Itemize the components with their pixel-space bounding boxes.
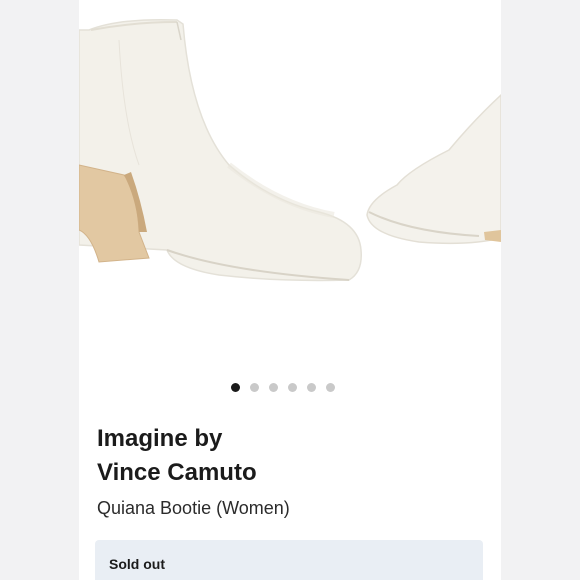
brand-line-2: Vince Camuto <box>97 459 257 486</box>
brand-line-1: Imagine by <box>97 425 223 452</box>
boot-left <box>79 18 362 282</box>
product-image-gallery[interactable] <box>79 0 501 372</box>
carousel-dot-2[interactable] <box>250 383 259 392</box>
carousel-dot-1[interactable] <box>231 383 240 392</box>
carousel-dot-4[interactable] <box>288 383 297 392</box>
boot-right <box>366 93 501 245</box>
brand-name[interactable]: Imagine by Vince Camuto <box>97 422 477 490</box>
product-title: Quiana Bootie (Women) <box>97 498 290 518</box>
product-card: Imagine by Vince Camuto Quiana Bootie (W… <box>79 0 501 580</box>
carousel-dot-6[interactable] <box>326 383 335 392</box>
sold-out-label: Sold out <box>109 556 165 572</box>
availability-banner: Sold out <box>95 540 483 580</box>
product-image <box>79 18 501 282</box>
carousel-dot-3[interactable] <box>269 383 278 392</box>
carousel-pagination <box>231 383 335 393</box>
page-frame: Imagine by Vince Camuto Quiana Bootie (W… <box>0 0 580 580</box>
carousel-dot-5[interactable] <box>307 383 316 392</box>
